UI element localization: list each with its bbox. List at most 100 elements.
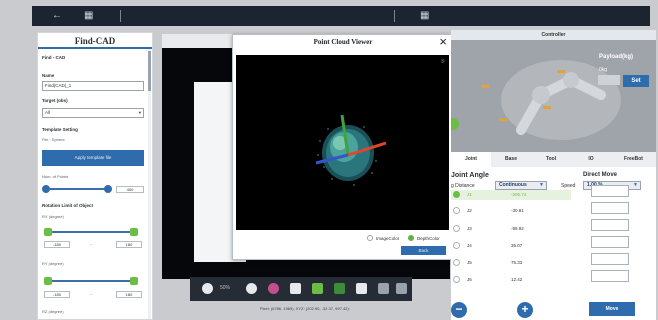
grid-icon[interactable]: ▦: [420, 10, 429, 22]
image-color-label: ImageColor: [376, 236, 400, 241]
tab-base[interactable]: Base: [491, 152, 531, 167]
depth-color-radio[interactable]: [408, 235, 414, 241]
tab-io[interactable]: IO: [571, 152, 611, 167]
moving-mode-select[interactable]: Continuous ▼: [495, 181, 547, 190]
joint-row-j6[interactable]: J6 12.42: [451, 275, 571, 285]
toolbar-divider: [120, 10, 121, 22]
scrollbar-thumb[interactable]: [148, 51, 151, 91]
depth-color-label: DepthColor: [417, 236, 440, 241]
joint-value: -99.92: [511, 226, 524, 231]
num-points-value[interactable]: 400: [116, 186, 144, 193]
find-cad-panel: Find-CAD Find - CAD Name Find(CAD)_1 Tar…: [37, 32, 153, 320]
joint-radio[interactable]: [453, 259, 460, 266]
roi-icon[interactable]: [356, 283, 367, 294]
range-separator: ~: [90, 292, 93, 297]
payload-value: 0kg: [599, 67, 608, 73]
controller-tabs: Joint Base Tool IO FreeBot: [451, 152, 656, 167]
direct-move-input-j3[interactable]: [591, 219, 629, 231]
zoom-out-icon[interactable]: [202, 283, 213, 294]
direct-move-input-j5[interactable]: [591, 253, 629, 265]
joint-name: J3: [467, 226, 472, 231]
panel-title: Find-CAD: [38, 33, 152, 49]
direct-move-title: Direct Move: [583, 172, 618, 178]
apply-template-button[interactable]: Apply template file: [42, 150, 144, 166]
zoom-level: 50%: [220, 285, 231, 291]
range-separator: ~: [90, 242, 93, 247]
speed-label: Speed: [561, 183, 576, 189]
rotation-limit-label: Rotation Limit of Object: [42, 203, 93, 208]
direct-move-input-j1[interactable]: [591, 185, 629, 197]
fit-view-icon[interactable]: [290, 283, 301, 294]
tab-tool[interactable]: Tool: [531, 152, 571, 167]
rx-max-value[interactable]: 180: [116, 241, 142, 248]
num-points-label: Num. of Points: [42, 174, 69, 179]
target-select[interactable]: All ▾: [42, 108, 144, 118]
arrow-left-icon[interactable]: ←: [52, 10, 62, 22]
payload-input[interactable]: [598, 75, 620, 85]
caret-down-icon: ▼: [633, 182, 638, 188]
joint-name: J4: [467, 243, 472, 248]
layer-icon[interactable]: [334, 283, 345, 294]
joint-radio[interactable]: [453, 191, 460, 198]
section-label: Find - CAD: [42, 55, 66, 60]
tab-freebot[interactable]: FreeBot: [611, 152, 656, 167]
plus-icon[interactable]: [104, 185, 112, 193]
name-label: Name: [42, 73, 55, 78]
ry-range-slider[interactable]: [52, 280, 130, 282]
jog-plus-button[interactable]: +: [517, 302, 533, 318]
joint-radio[interactable]: [453, 207, 460, 214]
joint-value: -206.74: [511, 192, 527, 197]
joint-row-j3[interactable]: J3 -99.92: [451, 224, 571, 234]
joint-row-j1[interactable]: J1 -206.74: [451, 190, 571, 200]
direct-move-input-j6[interactable]: [591, 270, 629, 282]
moving-distance-label: g Distance: [451, 183, 475, 189]
joint-name: J1: [467, 192, 472, 197]
minus-icon[interactable]: [42, 185, 50, 193]
zoom-in-icon[interactable]: [246, 283, 257, 294]
export-icon[interactable]: [396, 283, 407, 294]
joint-value: 75.33: [511, 260, 523, 265]
ry-min-value[interactable]: -180: [44, 291, 70, 298]
image-color-radio[interactable]: [367, 235, 373, 241]
rz-label: RZ (degree): [42, 309, 64, 314]
joint-row-j2[interactable]: J2 -30.91: [451, 206, 571, 216]
rx-range-slider[interactable]: [52, 231, 130, 233]
rx-min-handle[interactable]: [44, 228, 52, 236]
color-palette-icon[interactable]: [268, 283, 279, 294]
name-input[interactable]: Find(CAD)_1: [42, 81, 144, 91]
ry-min-handle[interactable]: [44, 277, 52, 285]
status-bar: Pixel: (6786, 1969), XYZ: (202.90, -32.3…: [260, 306, 350, 311]
template-file-label: File : Sphere: [42, 137, 65, 142]
direct-move-input-j4[interactable]: [591, 236, 629, 248]
jog-minus-button[interactable]: −: [451, 302, 467, 318]
move-button[interactable]: Move: [589, 302, 635, 316]
direct-move-input-j2[interactable]: [591, 202, 629, 214]
image-icon[interactable]: [312, 283, 323, 294]
template-setting-label: Template Setting: [42, 127, 78, 132]
info-icon[interactable]: ⑤: [441, 59, 445, 65]
joint-radio[interactable]: [453, 225, 460, 232]
document-icon[interactable]: ▦: [84, 10, 93, 22]
joint-name: J5: [467, 260, 472, 265]
back-button[interactable]: Back: [401, 246, 446, 255]
joint-radio[interactable]: [453, 276, 460, 283]
robot-3d-view[interactable]: Payload(kg) 0kg Set: [451, 40, 656, 152]
rx-max-handle[interactable]: [130, 228, 138, 236]
target-label: Target (obs): [42, 98, 68, 103]
save-image-icon[interactable]: [378, 283, 389, 294]
controller-panel: Controller Payload(kg) 0kg Set Joint Bas…: [451, 30, 656, 320]
joint-row-j4[interactable]: J4 35.07: [451, 241, 571, 251]
payload-set-button[interactable]: Set: [623, 75, 649, 87]
ry-max-handle[interactable]: [130, 277, 138, 285]
tab-joint[interactable]: Joint: [451, 152, 491, 167]
moving-mode-value: Continuous: [499, 182, 527, 188]
toolbar-divider: [394, 10, 395, 22]
point-cloud-render: [315, 114, 387, 186]
ry-max-value[interactable]: 180: [116, 291, 142, 298]
rx-min-value[interactable]: -180: [44, 241, 70, 248]
num-points-slider[interactable]: [50, 188, 106, 190]
point-cloud-canvas[interactable]: [236, 55, 449, 230]
joint-row-j5[interactable]: J5 75.33: [451, 258, 571, 268]
close-icon[interactable]: ×: [439, 35, 447, 49]
joint-radio[interactable]: [453, 242, 460, 249]
